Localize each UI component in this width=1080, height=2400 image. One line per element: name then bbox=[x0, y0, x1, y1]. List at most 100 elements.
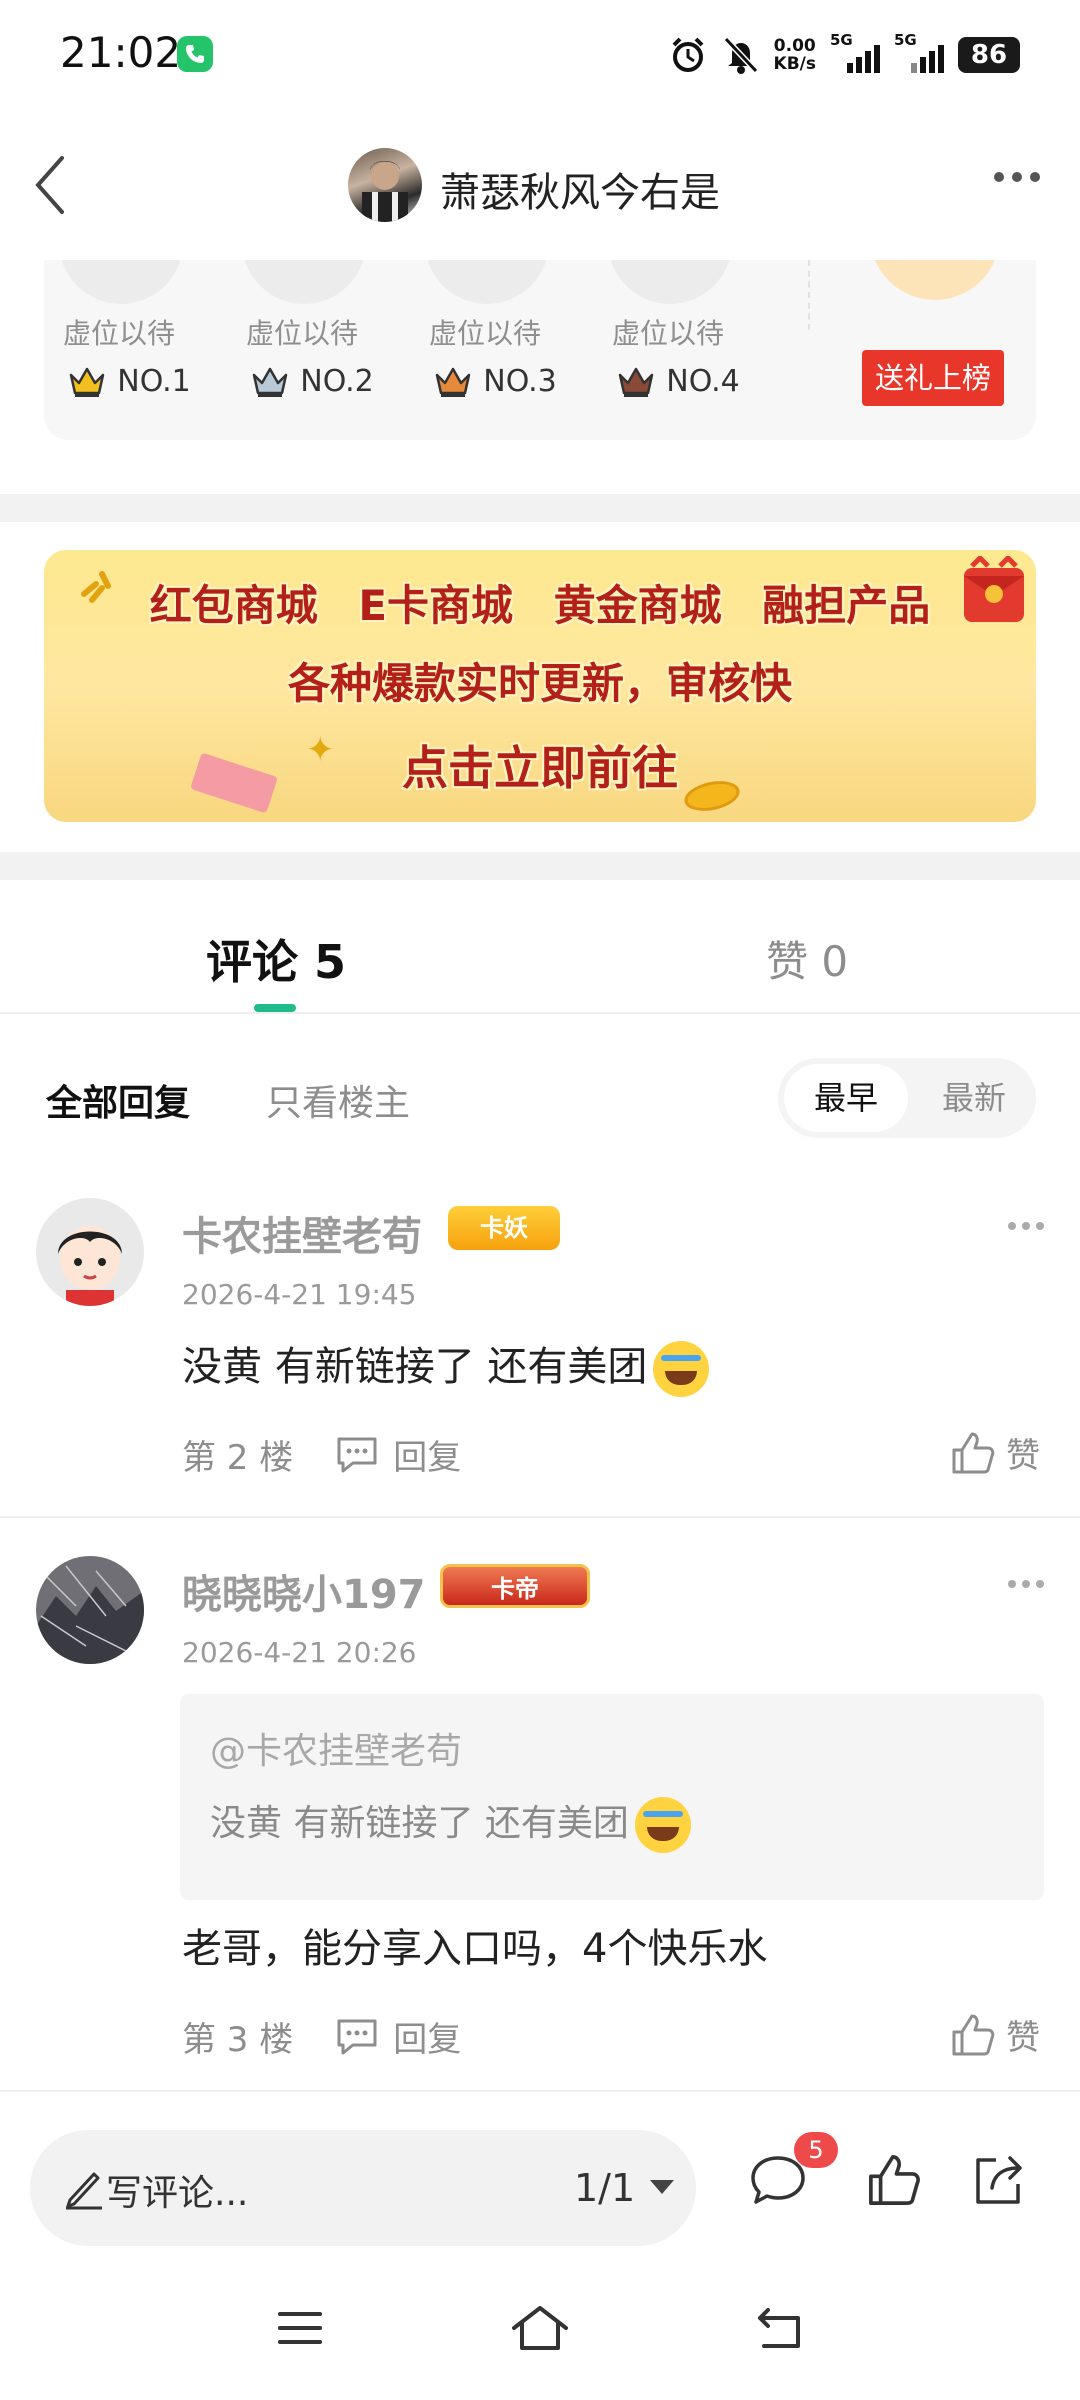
status-time: 21:02 bbox=[60, 28, 182, 77]
send-gift-button[interactable]: 送礼上榜 bbox=[862, 350, 1004, 406]
level-badge: 卡妖 bbox=[448, 1206, 560, 1250]
rank-avatar-placeholder bbox=[242, 260, 366, 304]
like-label: 赞 bbox=[1006, 2018, 1040, 2058]
reply-icon[interactable] bbox=[333, 2017, 381, 2057]
rank-slot[interactable]: 虚位以待 NO.1 bbox=[44, 260, 194, 440]
status-bar: 21:02 0.00 KB/s 5G 5G 86 bbox=[0, 0, 1080, 110]
net-speed-value: 0.00 bbox=[773, 36, 816, 56]
page-title: 萧瑟秋风今右是 bbox=[440, 170, 720, 216]
rank-label: 虚位以待 bbox=[62, 317, 175, 350]
floor-number: 第 3 楼 bbox=[182, 2020, 294, 2060]
quote-text-content: 没黄 有新链接了 还有美团 bbox=[210, 1803, 629, 1844]
share-icon[interactable] bbox=[970, 2152, 1026, 2208]
rank-number: NO.4 bbox=[666, 364, 740, 399]
red-envelope-icon bbox=[964, 556, 1024, 622]
filter-all-replies[interactable]: 全部回复 bbox=[46, 1074, 190, 1126]
comment-author[interactable]: 晓晓晓小197 bbox=[182, 1562, 426, 1620]
rank-avatar-placeholder bbox=[608, 260, 732, 304]
nav-header: 萧瑟秋风今右是 bbox=[0, 110, 1080, 260]
quoted-comment[interactable]: @卡农挂壁老苟 没黄 有新链接了 还有美团 bbox=[180, 1694, 1044, 1900]
home-icon[interactable] bbox=[510, 2304, 570, 2352]
comment-more-button[interactable] bbox=[1008, 1222, 1044, 1230]
alarm-icon bbox=[672, 37, 703, 72]
sort-toggle: 最早 最新 bbox=[778, 1058, 1036, 1138]
crown-icon bbox=[253, 367, 288, 397]
pencil-icon bbox=[66, 2172, 102, 2210]
rank-slot[interactable]: 虚位以待 NO.3 bbox=[410, 260, 560, 440]
filter-owner-only[interactable]: 只看楼主 bbox=[266, 1074, 410, 1126]
back-button[interactable] bbox=[26, 150, 76, 220]
laugh-cry-emoji-icon bbox=[634, 1797, 691, 1853]
comment-avatar[interactable] bbox=[36, 1556, 144, 1664]
chevron-left-icon bbox=[35, 156, 64, 214]
rank-avatar-placeholder bbox=[425, 260, 549, 304]
rank-number: NO.2 bbox=[300, 364, 374, 399]
comment-item: 卡农挂壁老苟 卡妖 2026-4-21 19:45 没黄 有新链接了 还有美团 … bbox=[0, 1198, 1080, 1518]
tab-comments[interactable]: 评论 5 bbox=[206, 926, 346, 992]
system-nav-bar bbox=[0, 2270, 1080, 2400]
comment-avatar[interactable] bbox=[36, 1198, 144, 1306]
banner-line-1: 红包商城 E卡商城 黄金商城 融担产品 bbox=[149, 581, 931, 630]
gift-rank-card: 虚位以待 NO.1 虚位以待 NO.2 虚位以待 NO.3 虚位以待 NO.4 … bbox=[44, 260, 1036, 440]
back-nav-icon[interactable] bbox=[754, 2304, 806, 2352]
filter-row: 全部回复 只看楼主 最早 最新 bbox=[0, 1050, 1080, 1140]
comment-more-button[interactable] bbox=[1008, 1580, 1044, 1588]
quote-mention: @卡农挂壁老苟 bbox=[210, 1731, 463, 1772]
floor-number: 第 2 楼 bbox=[182, 1438, 294, 1478]
reply-icon[interactable] bbox=[333, 1435, 381, 1475]
thumbs-up-icon[interactable] bbox=[866, 2152, 922, 2208]
comment-time: 2026-4-21 19:45 bbox=[182, 1278, 417, 1311]
gift-icon bbox=[870, 260, 1000, 300]
page-indicator[interactable]: 1/1 bbox=[574, 2166, 635, 2210]
author-avatar[interactable] bbox=[348, 148, 422, 222]
section-divider bbox=[0, 494, 1080, 522]
rank-divider bbox=[808, 260, 810, 330]
rank-label: 虚位以待 bbox=[245, 317, 358, 350]
menu-icon[interactable] bbox=[276, 2304, 324, 2352]
comment-text: 老哥，能分享入口吗，4个快乐水 bbox=[182, 1926, 768, 1972]
more-options-button[interactable] bbox=[994, 172, 1040, 182]
banner-line-2: 各种爆款实时更新，审核快 bbox=[287, 659, 792, 708]
comment-author[interactable]: 卡农挂壁老苟 bbox=[182, 1204, 422, 1262]
tab-likes[interactable]: 赞 0 bbox=[766, 928, 848, 989]
like-button[interactable]: 赞 bbox=[950, 2010, 1040, 2059]
tab-indicator bbox=[254, 1004, 296, 1012]
sort-earliest-button[interactable]: 最早 bbox=[784, 1064, 908, 1132]
net-speed: 0.00 KB/s bbox=[774, 37, 816, 73]
rank-slot[interactable]: 虚位以待 NO.4 bbox=[593, 260, 743, 440]
mute-bell-icon bbox=[723, 36, 758, 74]
rank-number: NO.3 bbox=[483, 364, 557, 399]
comment-time: 2026-4-21 20:26 bbox=[182, 1636, 417, 1669]
sparkle-icon: ✦ bbox=[306, 730, 335, 770]
level-badge: 卡帝 bbox=[440, 1564, 590, 1608]
rank-label: 虚位以待 bbox=[428, 317, 541, 350]
crown-icon bbox=[619, 367, 654, 397]
rank-slot[interactable]: 虚位以待 NO.2 bbox=[227, 260, 377, 440]
comment-text-content: 没黄 有新链接了 还有美团 bbox=[182, 1344, 648, 1390]
net-speed-unit: KB/s bbox=[773, 54, 816, 74]
reply-button[interactable]: 回复 bbox=[393, 1430, 461, 1479]
crown-icon bbox=[70, 367, 105, 397]
comment-count-badge: 5 bbox=[794, 2132, 838, 2168]
rank-avatar-placeholder bbox=[59, 260, 183, 304]
caret-down-icon[interactable] bbox=[650, 2180, 674, 2194]
comment-text: 没黄 有新链接了 还有美团 bbox=[182, 1334, 710, 1397]
battery-icon: 86 bbox=[958, 37, 1020, 73]
write-comment-input[interactable]: 写评论... 1/1 bbox=[30, 2130, 696, 2246]
comment-meta: 第 2 楼 回复 bbox=[182, 1430, 461, 1479]
rank-number: NO.1 bbox=[117, 364, 191, 399]
reply-button[interactable]: 回复 bbox=[393, 2012, 461, 2061]
like-button[interactable]: 赞 bbox=[950, 1428, 1040, 1477]
write-comment-placeholder: 写评论... bbox=[106, 2173, 249, 2214]
like-label: 赞 bbox=[1006, 1436, 1040, 1476]
crown-icon bbox=[436, 367, 471, 397]
comment-meta: 第 3 楼 回复 bbox=[182, 2012, 461, 2061]
section-divider bbox=[0, 852, 1080, 880]
call-icon bbox=[177, 36, 213, 72]
bottom-action-bar: 写评论... 1/1 5 bbox=[0, 2090, 1080, 2270]
rank-label: 虚位以待 bbox=[611, 317, 724, 350]
thumbs-up-icon bbox=[952, 2014, 995, 2055]
sort-latest-button[interactable]: 最新 bbox=[918, 1064, 1030, 1132]
thumbs-up-icon bbox=[952, 1432, 995, 1473]
promo-banner[interactable]: 红包商城 E卡商城 黄金商城 融担产品 各种爆款实时更新，审核快 点击立即前往 … bbox=[44, 550, 1036, 822]
